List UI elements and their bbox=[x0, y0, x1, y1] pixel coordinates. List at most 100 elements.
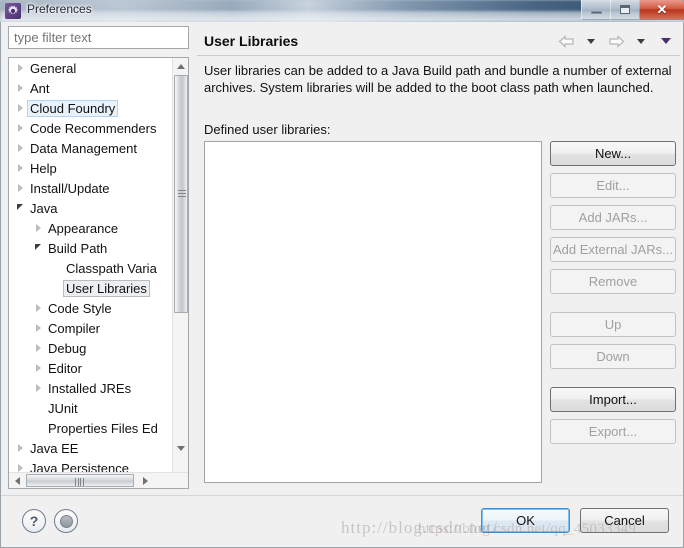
tree-expander-collapsed-icon[interactable] bbox=[31, 344, 45, 352]
tree-item[interactable]: Java Persistence bbox=[9, 458, 173, 473]
page-title: User Libraries bbox=[204, 32, 299, 49]
user-libraries-list[interactable] bbox=[204, 141, 542, 483]
tree-item[interactable]: Properties Files Ed bbox=[9, 418, 173, 438]
tree-expander-collapsed-icon[interactable] bbox=[31, 324, 45, 332]
back-arrow-icon[interactable] bbox=[556, 32, 576, 50]
vertical-scrollbar-thumb[interactable] bbox=[174, 75, 188, 313]
apply-glyph bbox=[59, 514, 73, 528]
tree-item[interactable]: Editor bbox=[9, 358, 173, 378]
chevron-up-icon bbox=[177, 63, 185, 69]
preferences-dialog-window: Preferences ✕ General Ant Cloud Foundry Cod… bbox=[0, 0, 684, 548]
gear-icon bbox=[5, 3, 21, 19]
tree-item[interactable]: Help bbox=[9, 158, 173, 178]
scroll-left-button[interactable] bbox=[9, 473, 25, 488]
edit-button: Edit... bbox=[550, 173, 676, 198]
apply-icon[interactable] bbox=[54, 509, 78, 533]
down-button: Down bbox=[550, 344, 676, 369]
import-button[interactable]: Import... bbox=[550, 387, 676, 412]
tree-expander-expanded-icon[interactable] bbox=[31, 244, 45, 250]
dialog-footer: ? OK Cancel bbox=[1, 495, 683, 547]
tree-expander-collapsed-icon[interactable] bbox=[13, 464, 27, 472]
tree-item-label: Help bbox=[30, 160, 57, 176]
help-icon[interactable]: ? bbox=[22, 509, 46, 533]
minimize-icon bbox=[590, 11, 602, 14]
tree-item-label: Code Recommenders bbox=[30, 120, 157, 136]
tree-item-label: General bbox=[30, 60, 77, 76]
tree-item-label: Properties Files Ed bbox=[48, 420, 158, 436]
cancel-button[interactable]: Cancel bbox=[580, 508, 669, 533]
library-actions-panel: New... Edit... Add JARs... Add External JAR… bbox=[550, 141, 676, 451]
tree-item-label: Java bbox=[30, 200, 58, 216]
horizontal-scrollbar-thumb[interactable] bbox=[26, 474, 134, 487]
tree-expander-collapsed-icon[interactable] bbox=[31, 224, 45, 232]
tree-expander-collapsed-icon[interactable] bbox=[31, 304, 45, 312]
tree-item[interactable]: Ant bbox=[9, 78, 173, 98]
dialog-body: General Ant Cloud Foundry Code Recommenders… bbox=[0, 22, 684, 548]
tree-expander-collapsed-icon[interactable] bbox=[31, 364, 45, 372]
tree-item[interactable]: Data Management bbox=[9, 138, 173, 158]
scroll-down-button[interactable] bbox=[173, 440, 188, 456]
forward-arrow-icon[interactable] bbox=[606, 32, 626, 50]
maximize-icon bbox=[620, 5, 630, 14]
close-button[interactable]: ✕ bbox=[639, 0, 684, 20]
scroll-up-button[interactable] bbox=[173, 58, 188, 74]
preference-page-pane: User Libraries User libraries can be add… bbox=[197, 26, 680, 489]
tree-expander-collapsed-icon[interactable] bbox=[13, 444, 27, 452]
tree-item-label: Code Style bbox=[48, 300, 112, 316]
chevron-right-icon bbox=[142, 476, 148, 485]
add-external-jars-button: Add External JARs... bbox=[550, 237, 676, 262]
close-icon: ✕ bbox=[656, 2, 668, 17]
tree-item-label: Java EE bbox=[30, 440, 79, 456]
scroll-right-button[interactable] bbox=[137, 473, 153, 488]
tree-item[interactable]: Compiler bbox=[9, 318, 173, 338]
view-menu-icon[interactable] bbox=[656, 32, 676, 50]
tree-horizontal-scrollbar[interactable] bbox=[9, 472, 188, 488]
tree-item-label: Install/Update bbox=[30, 180, 110, 196]
tree-item[interactable]: Installed JREs bbox=[9, 378, 173, 398]
tree-item[interactable]: Install/Update bbox=[9, 178, 173, 198]
add-jars-button: Add JARs... bbox=[550, 205, 676, 230]
up-button: Up bbox=[550, 312, 676, 337]
tree-item-label: Editor bbox=[48, 360, 82, 376]
preferences-tree-container: General Ant Cloud Foundry Code Recommenders… bbox=[8, 57, 189, 489]
tree-item[interactable]: Debug bbox=[9, 338, 173, 358]
preferences-tree[interactable]: General Ant Cloud Foundry Code Recommenders… bbox=[9, 58, 173, 473]
question-mark-glyph: ? bbox=[29, 513, 39, 529]
tree-item[interactable]: Code Recommenders bbox=[9, 118, 173, 138]
forward-dropdown-icon[interactable] bbox=[631, 32, 651, 50]
new-button[interactable]: New... bbox=[550, 141, 676, 166]
tree-item-label: Classpath Varia bbox=[66, 260, 157, 276]
back-dropdown-icon[interactable] bbox=[581, 32, 601, 50]
tree-item[interactable]: Build Path bbox=[9, 238, 173, 258]
tree-item[interactable]: Java EE bbox=[9, 438, 173, 458]
ok-button[interactable]: OK bbox=[481, 508, 570, 533]
tree-item[interactable]: Classpath Varia bbox=[9, 258, 173, 278]
tree-item-label: Appearance bbox=[48, 220, 119, 236]
tree-expander-collapsed-icon[interactable] bbox=[13, 84, 27, 92]
tree-expander-collapsed-icon[interactable] bbox=[13, 64, 27, 72]
tree-expander-collapsed-icon[interactable] bbox=[13, 164, 27, 172]
tree-item[interactable]: User Libraries bbox=[9, 278, 173, 298]
tree-expander-collapsed-icon[interactable] bbox=[13, 144, 27, 152]
tree-item-label: Compiler bbox=[48, 320, 101, 336]
tree-expander-collapsed-icon[interactable] bbox=[31, 384, 45, 392]
tree-item-label: Installed JREs bbox=[48, 380, 132, 396]
tree-item-label: Cloud Foundry bbox=[27, 99, 119, 117]
tree-expander-collapsed-icon[interactable] bbox=[13, 104, 27, 112]
tree-expander-collapsed-icon[interactable] bbox=[13, 124, 27, 132]
minimize-button[interactable] bbox=[581, 0, 610, 20]
defined-libraries-label: Defined user libraries: bbox=[204, 122, 331, 137]
filter-input[interactable] bbox=[8, 26, 189, 49]
tree-item[interactable]: Java bbox=[9, 198, 173, 218]
tree-item[interactable]: Appearance bbox=[9, 218, 173, 238]
maximize-button[interactable] bbox=[610, 0, 639, 20]
tree-item[interactable]: JUnit bbox=[9, 398, 173, 418]
tree-expander-collapsed-icon[interactable] bbox=[13, 184, 27, 192]
tree-item[interactable]: Code Style bbox=[9, 298, 173, 318]
tree-item[interactable]: General bbox=[9, 58, 173, 78]
tree-expander-expanded-icon[interactable] bbox=[13, 204, 27, 210]
tree-vertical-scrollbar[interactable] bbox=[172, 58, 188, 473]
title-bar: Preferences ✕ bbox=[0, 0, 684, 22]
tree-item[interactable]: Cloud Foundry bbox=[9, 98, 173, 118]
chevron-down-icon bbox=[177, 445, 185, 451]
